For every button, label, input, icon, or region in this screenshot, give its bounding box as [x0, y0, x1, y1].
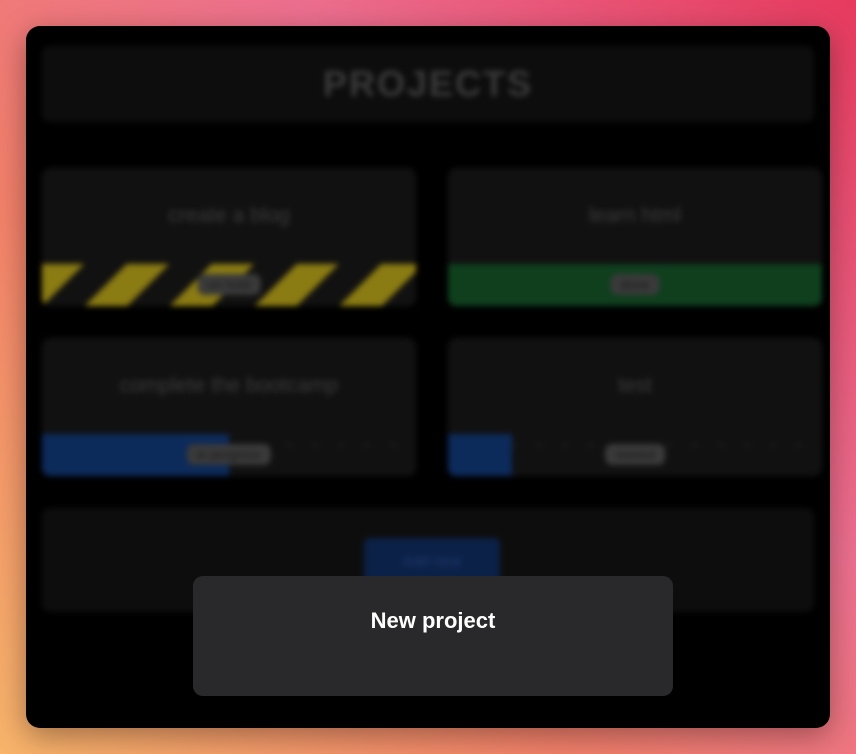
- progress-fill: [448, 434, 512, 476]
- project-card[interactable]: test started: [448, 338, 822, 476]
- page-header: PROJECTS: [42, 46, 814, 122]
- project-card[interactable]: create a blog on hold: [42, 168, 416, 306]
- status-badge: in progress: [186, 444, 272, 465]
- new-project-modal[interactable]: New project: [193, 576, 673, 696]
- status-badge: on hold: [197, 274, 261, 295]
- project-name: create a blog: [168, 204, 290, 227]
- status-badge: started: [605, 444, 665, 465]
- project-card[interactable]: learn html done: [448, 168, 822, 306]
- project-name: learn html: [588, 204, 682, 227]
- modal-title: New project: [370, 608, 496, 633]
- page-title: PROJECTS: [322, 63, 534, 104]
- project-name: complete the bootcamp: [119, 374, 339, 397]
- project-name: test: [618, 374, 652, 397]
- status-badge: done: [610, 274, 660, 295]
- project-card[interactable]: complete the bootcamp in progress: [42, 338, 416, 476]
- app-window: PROJECTS create a blog on hold learn htm…: [26, 26, 830, 728]
